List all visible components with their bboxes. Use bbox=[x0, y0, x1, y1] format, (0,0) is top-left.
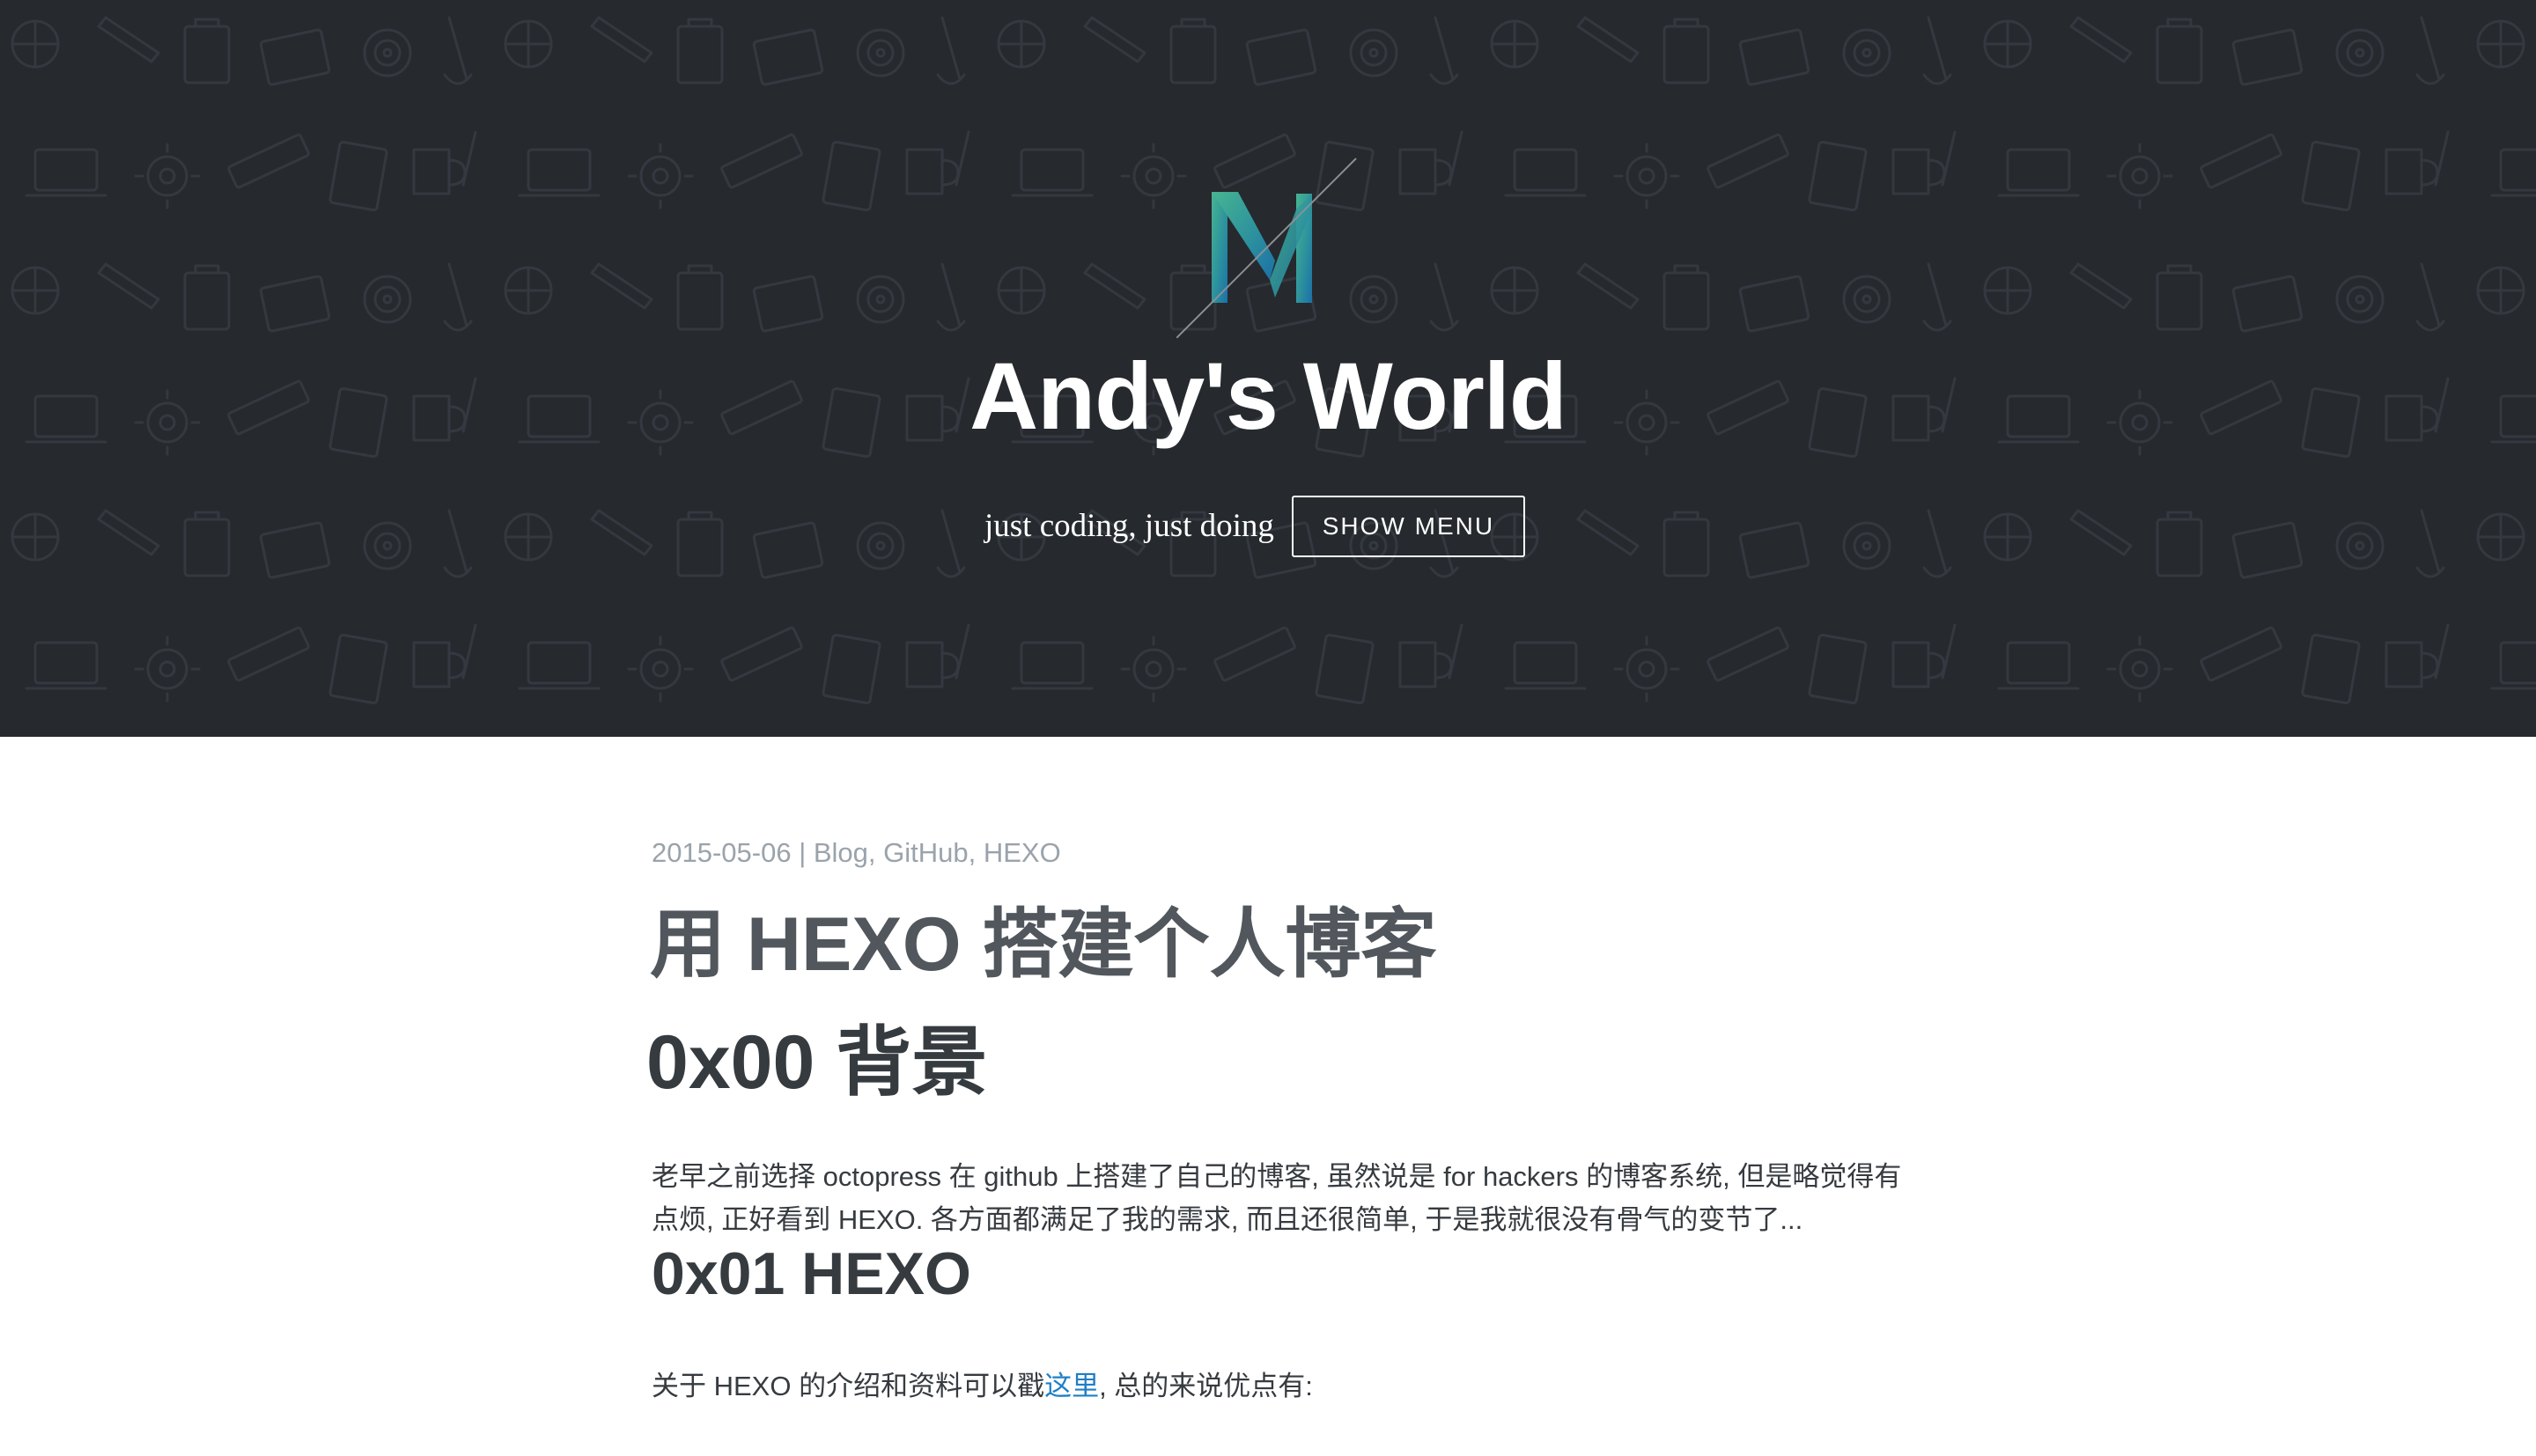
paragraph-text-prefix: 关于 HEXO 的介绍和资料可以戳 bbox=[652, 1371, 1045, 1401]
m-logo-icon[interactable] bbox=[1176, 157, 1361, 338]
here-link[interactable]: 这里 bbox=[1044, 1371, 1099, 1401]
site-tagline: just coding, just doing bbox=[984, 508, 1274, 544]
meta-separator: | bbox=[791, 837, 814, 868]
section-paragraph-hexo: 关于 HEXO 的介绍和资料可以戳这里, 总的来说优点有: bbox=[652, 1364, 1313, 1408]
category-link-hexo[interactable]: HEXO bbox=[984, 837, 1061, 868]
post-date: 2015-05-06 bbox=[652, 837, 792, 868]
site-header: Andy's World just coding, just doing SHO… bbox=[0, 0, 2536, 737]
section-heading-hexo: 0x01 HEXO bbox=[652, 1240, 971, 1307]
category-link-github[interactable]: GitHub bbox=[883, 837, 968, 868]
section-paragraph-background: 老早之前选择 octopress 在 github 上搭建了自己的博客, 虽然说… bbox=[652, 1161, 1902, 1235]
site-title[interactable]: Andy's World bbox=[0, 339, 2536, 453]
paragraph-text-suffix: , 总的来说优点有: bbox=[1099, 1371, 1313, 1401]
tagline-row: just coding, just doing SHOW MENU bbox=[984, 496, 1525, 557]
show-menu-button[interactable]: SHOW MENU bbox=[1291, 496, 1525, 557]
post-meta: 2015-05-06 | Blog, GitHub, HEXO bbox=[652, 837, 1061, 868]
post-title[interactable]: 用 HEXO 搭建个人博客 bbox=[650, 896, 1437, 993]
category-link-blog[interactable]: Blog bbox=[814, 837, 868, 868]
section-heading-background: 0x00 背景 bbox=[646, 1020, 988, 1105]
